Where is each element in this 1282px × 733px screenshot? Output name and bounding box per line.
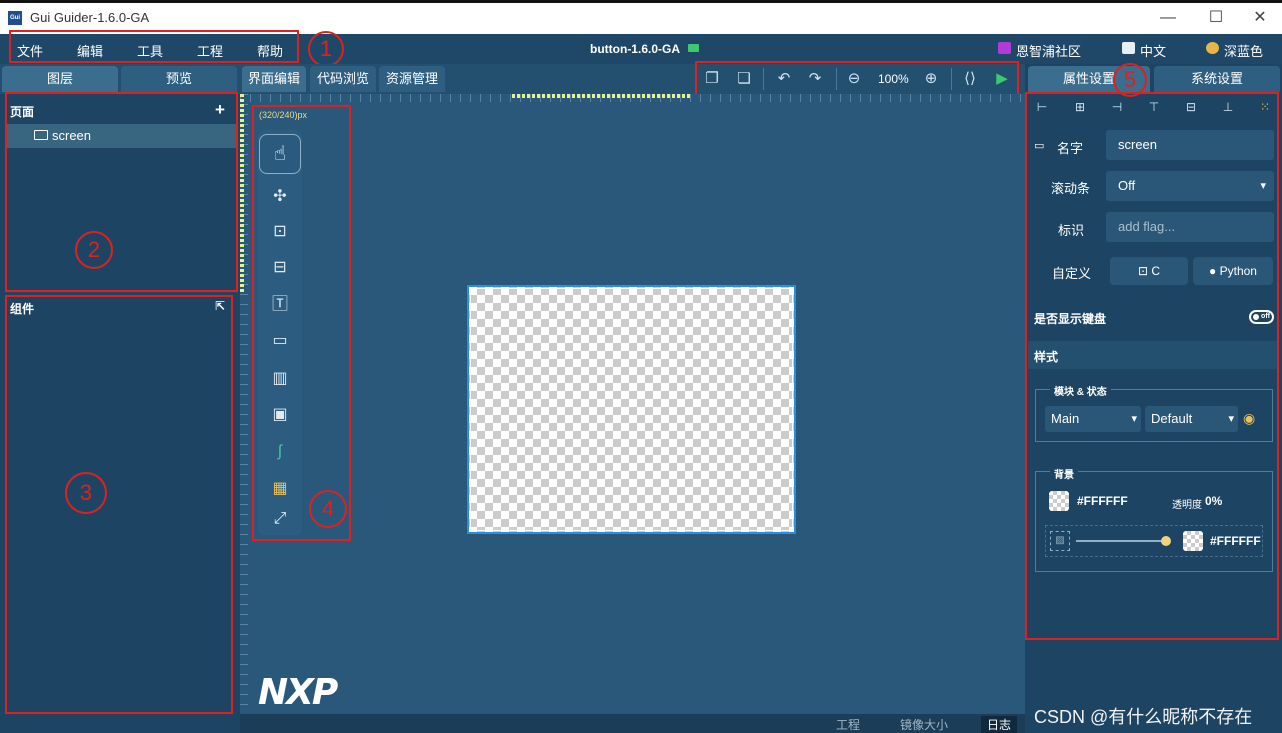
annotation-box-pages xyxy=(5,92,238,292)
language-icon xyxy=(1122,42,1135,54)
annotation-box-toolbar xyxy=(695,61,1019,97)
tab-system-settings[interactable]: 系统设置 xyxy=(1154,66,1280,92)
palette-icon xyxy=(1206,42,1219,54)
window-title: Gui Guider-1.6.0-GA xyxy=(30,10,150,25)
annotation-label-2: 2 xyxy=(75,231,113,269)
status-project[interactable]: 工程 xyxy=(836,716,860,733)
language-switch[interactable]: 中文 xyxy=(1140,41,1166,60)
tab-layers[interactable]: 图层 xyxy=(2,66,118,92)
status-image-size[interactable]: 镜像大小 xyxy=(900,716,948,733)
ruler-highlight xyxy=(512,94,692,98)
nxp-logo: NXP xyxy=(258,672,338,713)
gui-guider-window: Gui Gui Guider-1.6.0-GA — ☐ ✕ 文件 编辑 工具 工… xyxy=(0,0,1282,733)
screen-stage-border xyxy=(470,288,793,531)
ruler-highlight xyxy=(240,94,244,294)
minimize-button[interactable]: — xyxy=(1148,7,1188,29)
csdn-watermark: CSDN @有什么昵称不存在 xyxy=(1034,707,1253,727)
app-icon: Gui xyxy=(8,11,22,25)
annotation-box-properties xyxy=(1025,92,1279,640)
close-button[interactable]: ✕ xyxy=(1240,7,1280,29)
annotation-label-1: 1 xyxy=(308,31,344,67)
annotation-box-widgets xyxy=(252,105,351,541)
annotation-label-3: 3 xyxy=(65,472,107,514)
annotation-label-4: 4 xyxy=(309,490,347,528)
annotation-box-components xyxy=(5,295,233,714)
community-link[interactable]: 恩智浦社区 xyxy=(1016,41,1081,60)
tab-preview[interactable]: 预览 xyxy=(121,66,237,92)
community-icon xyxy=(998,42,1011,54)
title-bar: Gui Gui Guider-1.6.0-GA — ☐ ✕ xyxy=(0,0,1282,34)
tab-resource-manager[interactable]: 资源管理 xyxy=(379,66,445,92)
annotation-box-menu xyxy=(9,30,299,63)
status-log[interactable]: 日志 xyxy=(981,716,1018,733)
tab-ui-editor[interactable]: 界面编辑 xyxy=(242,66,306,92)
maximize-button[interactable]: ☐ xyxy=(1196,7,1236,29)
project-title: button-1.6.0-GA xyxy=(590,42,680,56)
tab-code-viewer[interactable]: 代码浏览 xyxy=(310,66,376,92)
theme-switch[interactable]: 深蓝色 xyxy=(1224,41,1263,60)
folder-icon[interactable] xyxy=(688,44,699,52)
